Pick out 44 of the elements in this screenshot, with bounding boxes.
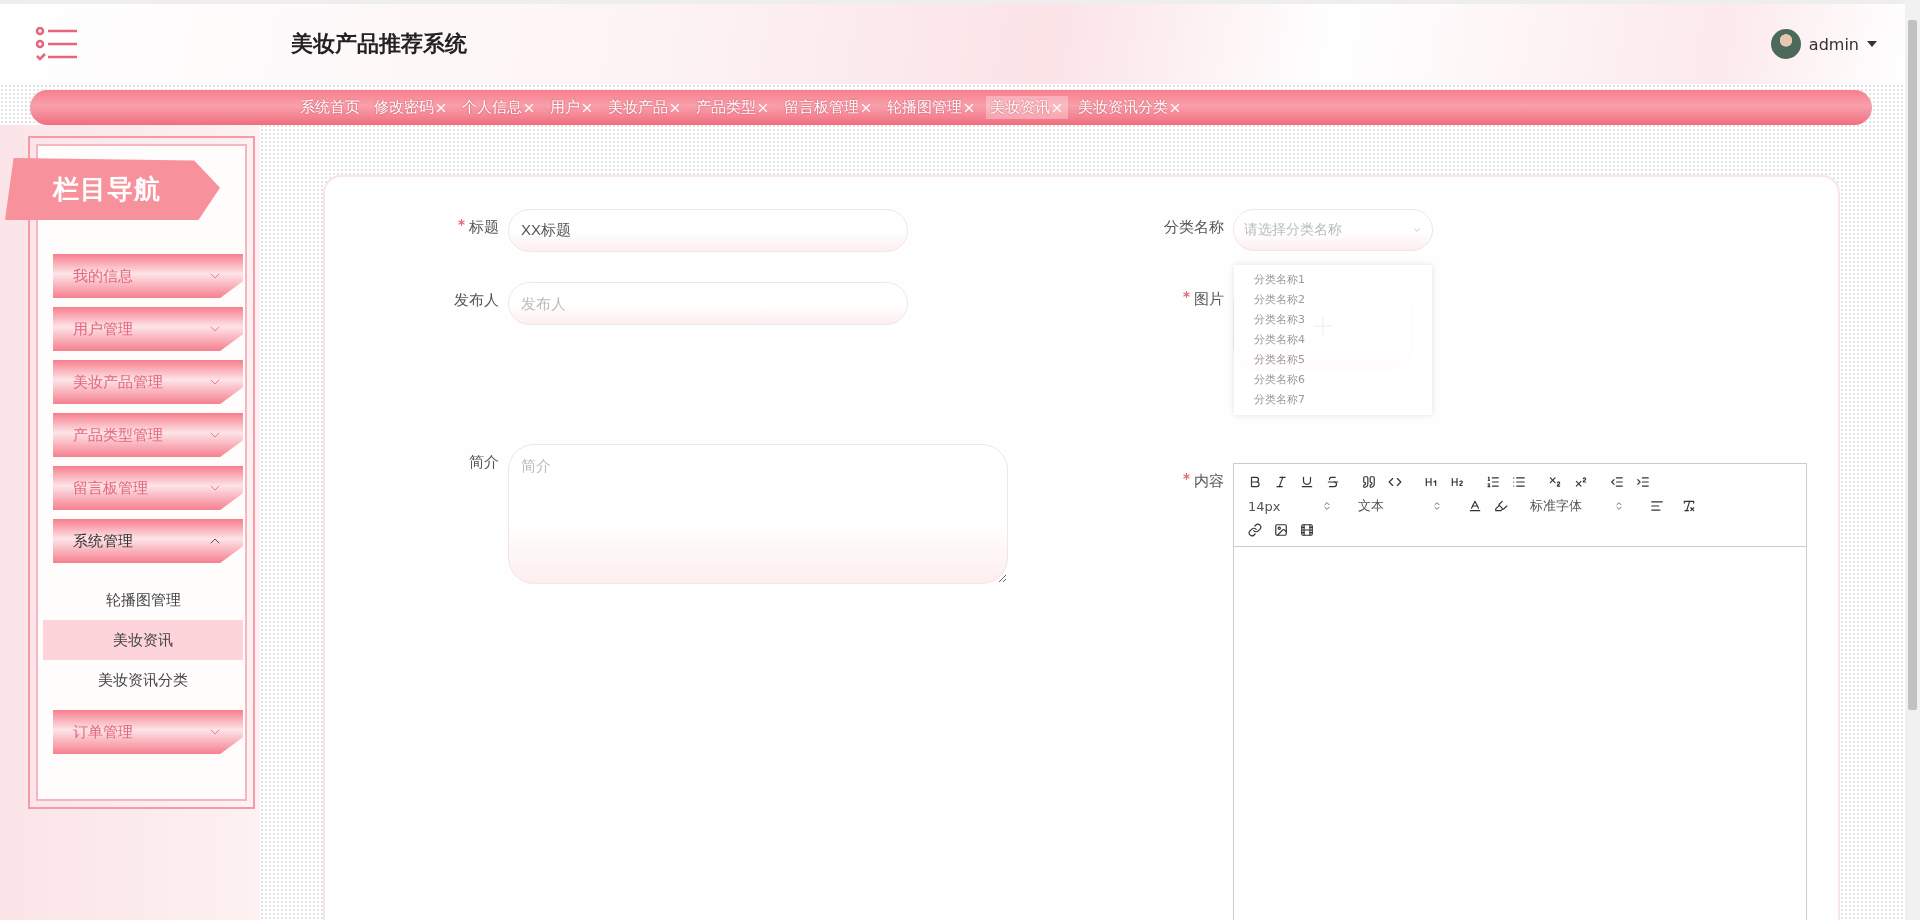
sidebar-subitem[interactable]: 轮播图管理: [43, 580, 243, 620]
tab[interactable]: 修改密码: [370, 96, 452, 119]
text-style-select[interactable]: 文本: [1358, 497, 1442, 515]
dropdown-option[interactable]: 分类名称1: [1234, 270, 1432, 290]
text-field[interactable]: 发布人: [508, 282, 908, 325]
dropdown-option[interactable]: 分类名称4: [1234, 330, 1432, 350]
tab[interactable]: 美妆产品: [604, 96, 686, 119]
dropdown-option[interactable]: 分类名称3: [1234, 310, 1432, 330]
field-label: 标题: [325, 209, 508, 245]
sidebar-item[interactable]: 留言板管理: [53, 466, 243, 510]
sidebar-banner: 栏目导航: [5, 158, 220, 220]
tab[interactable]: 轮播图管理: [883, 96, 980, 119]
dropdown-option[interactable]: 分类名称7: [1234, 390, 1432, 410]
sidebar-item[interactable]: 用户管理: [53, 307, 243, 351]
sidebar-item[interactable]: 美妆产品管理: [53, 360, 243, 404]
font-size-select[interactable]: 14px: [1248, 498, 1332, 514]
sidebar-subitem[interactable]: 美妆资讯分类: [43, 660, 243, 700]
field-label: 分类名称: [1163, 217, 1225, 238]
select-field[interactable]: 请选择分类名称: [1233, 209, 1433, 251]
tab[interactable]: 个人信息: [458, 96, 540, 119]
sidebar-item[interactable]: 订单管理: [53, 710, 243, 754]
field-label: 内容: [1102, 463, 1233, 499]
font-family-select[interactable]: 标准字体: [1530, 497, 1624, 515]
sidebar-item[interactable]: 我的信息: [53, 254, 243, 298]
tab[interactable]: 美妆资讯分类: [1074, 96, 1186, 119]
field-label: 发布人: [453, 290, 500, 311]
field-label: 图片: [1102, 281, 1233, 317]
field-label: 简介: [468, 452, 500, 473]
tab[interactable]: 用户: [546, 96, 598, 119]
user-name[interactable]: admin: [1808, 34, 1859, 54]
dropdown-option[interactable]: 分类名称6: [1234, 370, 1432, 390]
text-area[interactable]: 简介: [508, 444, 1008, 584]
dropdown-option[interactable]: 分类名称2: [1234, 290, 1432, 310]
rich-text-editor[interactable]: 14px 文本 标准字体: [1233, 463, 1807, 920]
tab[interactable]: 产品类型: [692, 96, 774, 119]
sidebar-subitem[interactable]: 美妆资讯: [43, 620, 243, 660]
tab[interactable]: 留言板管理: [780, 96, 877, 119]
text-field[interactable]: XX标题: [508, 209, 908, 252]
app-title: 美妆产品推荐系统: [291, 30, 468, 58]
dropdown-option[interactable]: 分类名称5: [1234, 350, 1432, 370]
sidebar-item[interactable]: 产品类型管理: [53, 413, 243, 457]
tab[interactable]: 系统首页: [296, 96, 364, 119]
tab[interactable]: 美妆资讯: [986, 96, 1068, 119]
sidebar-item[interactable]: 系统管理: [53, 519, 243, 563]
